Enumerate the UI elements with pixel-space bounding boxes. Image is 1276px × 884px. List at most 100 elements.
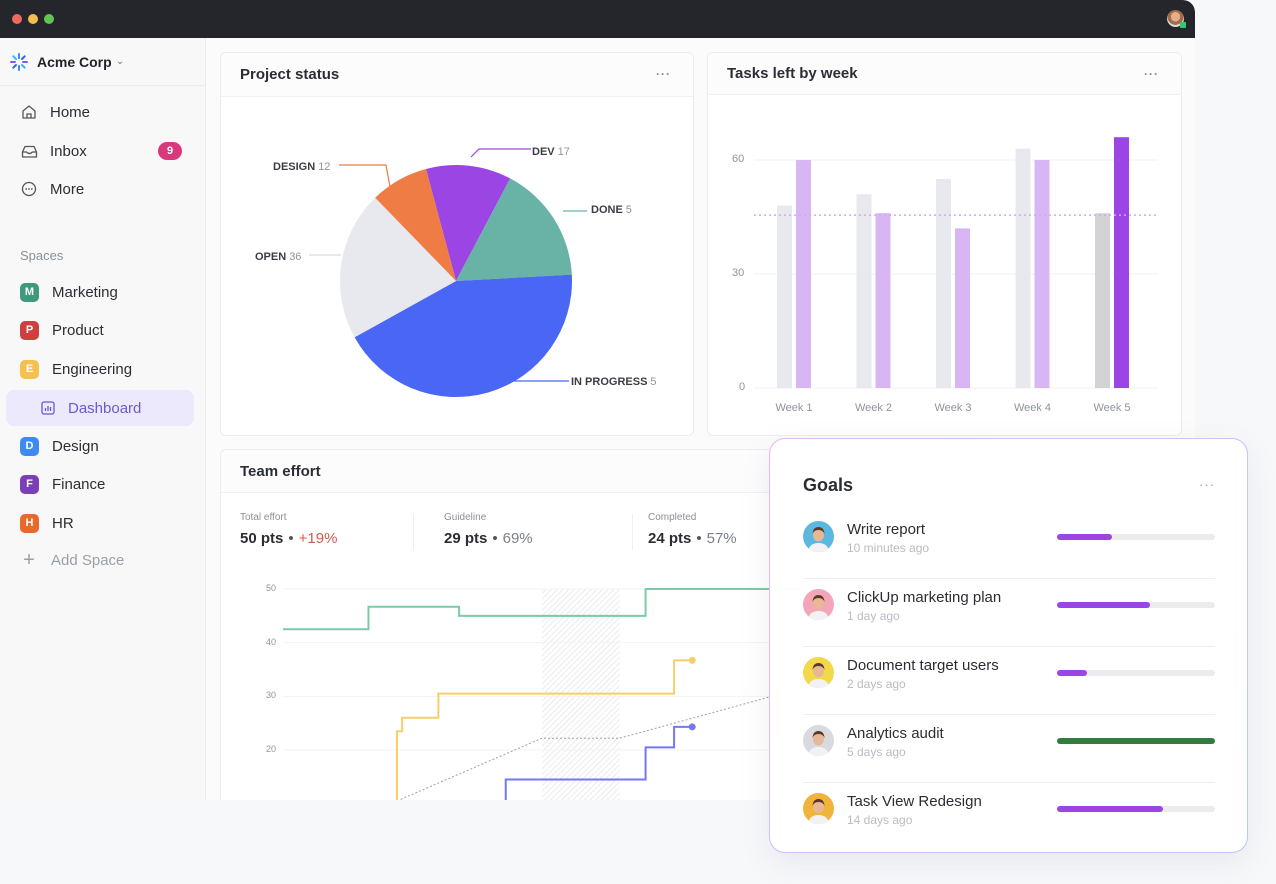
goal-timestamp: 10 minutes ago xyxy=(847,541,930,555)
line-chart xyxy=(283,588,799,800)
avatar xyxy=(803,521,834,552)
space-finance[interactable]: F Finance xyxy=(20,473,105,495)
home-icon xyxy=(20,103,38,121)
pie-label: IN PROGRESS 5 xyxy=(571,376,657,388)
more-options-icon[interactable]: ··· xyxy=(1199,477,1215,492)
goal-item[interactable]: Write report 10 minutes ago xyxy=(803,511,1215,579)
goal-progress-fill xyxy=(1057,602,1151,608)
goal-progress-bar xyxy=(1057,534,1215,540)
bar-baseline-2[interactable] xyxy=(856,194,872,388)
avatar xyxy=(803,725,834,756)
bar-baseline-3[interactable] xyxy=(936,179,951,388)
goal-progress-bar xyxy=(1057,670,1215,676)
pie-label: DONE 5 xyxy=(591,204,632,216)
goal-name: Task View Redesign xyxy=(847,793,982,810)
goals-card: Goals ··· Write report 10 minutes ago Clic… xyxy=(769,438,1248,853)
pie-label-value: 5 xyxy=(650,376,657,388)
space-product[interactable]: P Product xyxy=(20,319,104,341)
pie-label-name: OPEN xyxy=(255,251,287,263)
online-status-icon xyxy=(1180,22,1186,28)
goal-timestamp: 5 days ago xyxy=(847,745,906,759)
bar-tasks-5[interactable] xyxy=(1114,137,1129,388)
pie-label-value: 17 xyxy=(557,146,570,158)
y-tick-label: 40 xyxy=(266,636,277,647)
goal-progress-fill xyxy=(1057,534,1113,540)
bar-tasks-2[interactable] xyxy=(875,213,891,388)
avatar xyxy=(803,589,834,620)
inbox-icon xyxy=(20,142,38,160)
nav-item-more[interactable]: More xyxy=(20,177,84,201)
user-avatar[interactable] xyxy=(1167,10,1186,28)
goal-progress-bar xyxy=(1057,806,1215,812)
minimize-window-button[interactable] xyxy=(28,14,38,24)
maximize-window-button[interactable] xyxy=(44,14,54,24)
y-tick-label: 0 xyxy=(739,381,746,393)
workspace-switcher[interactable]: Acme Corp ⌄ xyxy=(0,38,206,86)
goal-item[interactable]: ClickUp marketing plan 1 day ago xyxy=(803,579,1215,647)
spinner-logo-icon xyxy=(10,52,28,71)
x-tick-label: Week 4 xyxy=(1013,402,1052,414)
goal-progress-fill xyxy=(1057,806,1163,812)
goals-title: Goals xyxy=(803,475,854,495)
pie-label-name: DONE xyxy=(591,204,623,216)
bar-baseline-1[interactable] xyxy=(777,205,792,388)
pie-label-name: DESIGN xyxy=(273,161,316,173)
card-title: Project status xyxy=(240,66,340,83)
goal-name: ClickUp marketing plan xyxy=(847,589,1002,606)
x-tick-label: Week 3 xyxy=(934,402,972,414)
add-space-button[interactable]: + Add Space xyxy=(20,550,124,570)
project-status-card: Project status ··· DEV 17 DONE 5 IN PROGRESS… xyxy=(220,52,694,436)
goal-item[interactable]: Document target users 2 days ago xyxy=(803,647,1215,715)
space-avatar: M xyxy=(20,282,39,302)
x-tick-label: Week 5 xyxy=(1093,402,1131,414)
space-label: Product xyxy=(52,321,104,339)
pie-label: OPEN 36 xyxy=(255,251,301,263)
space-engineering[interactable]: E Engineering xyxy=(20,358,132,380)
space-hr[interactable]: H HR xyxy=(20,512,74,534)
close-window-button[interactable] xyxy=(12,14,22,24)
pie-label-value: 36 xyxy=(289,251,302,263)
nav-item-inbox[interactable]: Inbox xyxy=(20,139,87,163)
goal-timestamp: 1 day ago xyxy=(847,609,900,623)
dashboard-chart-icon xyxy=(41,401,55,419)
space-design[interactable]: D Design xyxy=(20,435,99,457)
goal-progress-bar xyxy=(1057,738,1215,744)
bar-baseline-5[interactable] xyxy=(1095,213,1110,388)
bar-baseline-4[interactable] xyxy=(1015,148,1031,388)
bar-tasks-3[interactable] xyxy=(955,228,970,388)
space-avatar: H xyxy=(20,513,39,533)
space-label: Engineering xyxy=(52,360,133,378)
sidebar-item-label: Dashboard xyxy=(68,399,142,417)
nav-item-home[interactable]: Home xyxy=(20,100,90,124)
bar-tasks-4[interactable] xyxy=(1034,160,1050,388)
goal-name: Document target users xyxy=(847,657,999,674)
chevron-down-icon: ⌄ xyxy=(115,56,125,67)
y-tick-label: 30 xyxy=(732,267,745,279)
goal-progress-bar xyxy=(1057,602,1215,608)
more-options-icon[interactable]: ··· xyxy=(656,67,671,81)
pie-label-name: IN PROGRESS xyxy=(571,376,648,388)
goal-name: Analytics audit xyxy=(847,725,944,742)
goal-timestamp: 14 days ago xyxy=(847,813,913,827)
bar-chart xyxy=(754,137,1158,389)
space-label: Finance xyxy=(52,475,106,493)
pie-label: DEV 17 xyxy=(532,146,570,158)
goal-item[interactable]: Analytics audit 5 days ago xyxy=(803,715,1215,783)
space-label: HR xyxy=(52,514,74,532)
avatar xyxy=(803,657,834,688)
space-avatar: P xyxy=(20,320,39,340)
space-avatar: D xyxy=(20,436,39,456)
sidebar-item-dashboard[interactable]: Dashboard xyxy=(6,390,194,426)
space-avatar: F xyxy=(20,474,39,494)
workspace-name: Acme Corp xyxy=(37,53,112,70)
y-tick-label: 50 xyxy=(266,583,277,593)
goal-item[interactable]: Task View Redesign 14 days ago xyxy=(803,783,1215,851)
avatar xyxy=(803,793,834,824)
series-end-marker-in-progress[interactable] xyxy=(688,723,696,731)
pie-label-value: 5 xyxy=(625,204,632,216)
series-end-marker-completed[interactable] xyxy=(688,656,696,664)
x-tick-label: Week 2 xyxy=(854,402,893,414)
space-marketing[interactable]: M Marketing xyxy=(20,281,118,303)
bar-tasks-1[interactable] xyxy=(796,160,811,388)
pie-label-name: DEV xyxy=(532,146,555,158)
